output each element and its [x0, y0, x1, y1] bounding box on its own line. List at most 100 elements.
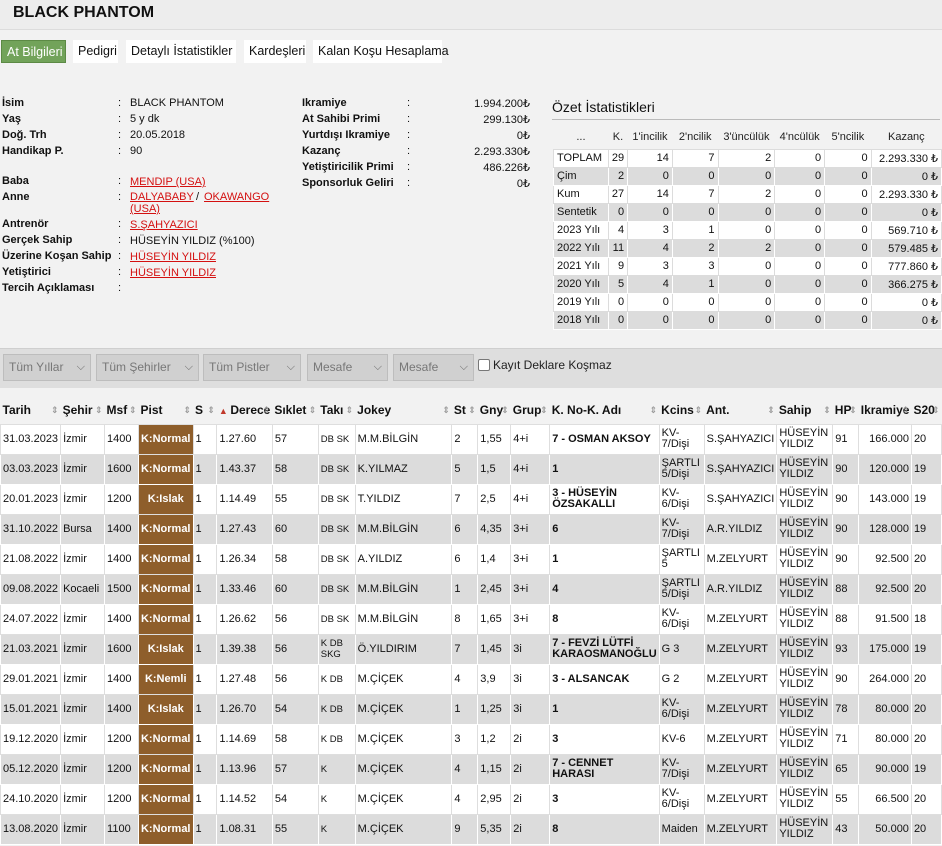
sort-icon[interactable]: ⇕ [823, 405, 831, 416]
uzerine-link[interactable]: HÜSEYİN YILDIZ [130, 251, 216, 263]
race-col-header[interactable]: Sıklet ⇕ [272, 396, 318, 424]
sort-icon[interactable]: ⇕ [650, 405, 658, 416]
sort-icon[interactable]: ⇕ [51, 405, 59, 416]
stats-cell: 0 [627, 166, 673, 186]
tab-kalan-kosu-hesaplama[interactable]: Kalan Koşu Hesaplama [313, 40, 449, 63]
race-col-header[interactable]: ▲ Derece ⇕ [217, 396, 272, 424]
race-col-header[interactable]: Grup ⇕ [511, 396, 550, 424]
race-row[interactable]: 31.10.2022 Bursa 1400 K:Normal 1 1.27.43 60 DB … [0, 513, 942, 545]
race-owner: HÜSEYİN YILDIZ [776, 753, 834, 785]
kayit-deklare-label: Kayıt Deklare Koşmaz [493, 358, 612, 372]
race-date: 15.01.2021 [0, 693, 62, 725]
sort-icon[interactable]: ⇕ [695, 405, 703, 416]
sort-icon[interactable]: ⇕ [932, 405, 940, 416]
race-row[interactable]: 15.01.2021 İzmir 1400 K:Islak 1 1.26.70 54 K DB… [0, 693, 942, 725]
race-col-header[interactable]: HP ⇕ [833, 396, 859, 424]
race-class: KV-7/Dişi [658, 423, 705, 455]
sort-icon[interactable]: ⇕ [95, 405, 103, 416]
race-col-header[interactable]: Msf ⇕ [105, 396, 139, 424]
kayit-deklare-option[interactable]: Kayıt Deklare Koşmaz [478, 358, 612, 372]
anne-label: Anne [2, 191, 30, 203]
baba-link[interactable]: MENDIP (USA) [130, 176, 206, 188]
stats-cell: 0 ₺ [870, 166, 942, 186]
anne-link[interactable]: DALYABABY [130, 191, 194, 203]
anne-baba-link-origin[interactable]: (USA) [130, 203, 160, 215]
race-col-header[interactable]: S20 ⇕ [911, 396, 941, 424]
race-trainer: S.ŞAHYAZICI [703, 453, 778, 485]
race-row[interactable]: 03.03.2023 İzmir 1600 K:Normal 1 1.43.37 58 DB … [0, 453, 942, 485]
stats-cell: 0 ₺ [870, 292, 942, 312]
race-col-header[interactable]: Ant. ⇕ [704, 396, 777, 424]
race-row[interactable]: 24.07.2022 İzmir 1400 K:Normal 1 1.26.62 56 DB … [0, 603, 942, 635]
race-row[interactable]: 21.08.2022 İzmir 1400 K:Normal 1 1.26.34 58 DB … [0, 543, 942, 575]
dogum-label: Doğ. Trh [2, 129, 47, 141]
sort-icon[interactable]: ⇕ [129, 405, 137, 416]
race-s: 1 [192, 483, 218, 515]
tab-at-bilgileri[interactable]: At Bilgileri [1, 40, 66, 63]
sort-icon[interactable]: ⇕ [263, 405, 271, 416]
sort-icon[interactable]: ⇕ [849, 405, 857, 416]
stats-cell: 0 [717, 274, 776, 294]
chevron-down-icon: ⌵ [76, 361, 85, 373]
race-col-header[interactable]: Kcins ⇕ [659, 396, 704, 424]
race-col-header[interactable]: St ⇕ [452, 396, 478, 424]
sort-icon[interactable]: ⇕ [468, 405, 476, 416]
yetistirici-link[interactable]: HÜSEYİN YILDIZ [130, 267, 216, 279]
kayit-deklare-checkbox[interactable] [478, 359, 490, 371]
stats-col-header: 5'ncilik [824, 125, 872, 149]
distance-min-select[interactable]: Mesafe ⌵ [307, 354, 388, 381]
race-prize: 91.500 [858, 603, 912, 635]
tab-pedigri[interactable]: Pedigri [73, 40, 118, 63]
race-hp: 90 [832, 543, 860, 575]
stats-row: Çim 2 0 0 0 0 0 0 ₺ [553, 166, 942, 186]
sort-icon[interactable]: ⇕ [346, 405, 354, 416]
race-col-header[interactable]: Sahip ⇕ [777, 396, 833, 424]
chevron-down-icon: ⌵ [286, 361, 295, 373]
stats-cell: 0 [824, 292, 872, 312]
race-row[interactable]: 05.12.2020 İzmir 1200 K:Normal 1 1.13.96 57 K M.… [0, 753, 942, 785]
stats-cell: 0 [671, 166, 719, 186]
handikap-label: Handikap P. [2, 145, 64, 157]
sort-icon[interactable]: ⇕ [183, 405, 191, 416]
race-group: 3+i [510, 603, 551, 635]
sort-icon[interactable]: ⇕ [540, 405, 548, 416]
race-equipment: K DB [317, 723, 356, 755]
sort-icon[interactable]: ⇕ [501, 405, 509, 416]
race-row[interactable]: 13.08.2020 İzmir 1100 K:Normal 1 1.08.31 55 K M.… [0, 813, 942, 845]
race-prize: 92.500 [858, 573, 912, 605]
sort-icon[interactable]: ⇕ [767, 405, 775, 416]
race-row[interactable]: 20.01.2023 İzmir 1200 K:Islak 1 1.14.49 55 DB S… [0, 483, 942, 515]
distance-max-select[interactable]: Mesafe ⌵ [393, 354, 474, 381]
sort-icon[interactable]: ⇕ [442, 405, 450, 416]
race-col-header-label: Pist [140, 402, 163, 417]
race-col-header[interactable]: Şehir ⇕ [61, 396, 105, 424]
race-col-header[interactable]: Jokey ⇕ [355, 396, 452, 424]
city-filter-select[interactable]: Tüm Şehirler ⌵ [96, 354, 199, 381]
race-row[interactable]: 31.03.2023 İzmir 1400 K:Normal 1 1.27.60 57 DB … [0, 423, 942, 455]
race-row[interactable]: 09.08.2022 Kocaeli 1500 K:Normal 1 1.33.46 60 D… [0, 573, 942, 605]
year-filter-select[interactable]: Tüm Yıllar ⌵ [3, 354, 91, 381]
race-row[interactable]: 24.10.2020 İzmir 1200 K:Normal 1 1.14.52 54 K M.… [0, 783, 942, 815]
race-row[interactable]: 29.01.2021 İzmir 1400 K:Nemli 1 1.27.48 56 K DB… [0, 663, 942, 695]
tab-detayli-istatistikler[interactable]: Detaylı İstatistikler [126, 40, 236, 63]
race-col-header[interactable]: Ikramiye ⇕ [859, 396, 912, 424]
anne-baba-link[interactable]: OKAWANGO [204, 191, 269, 203]
sort-icon[interactable]: ⇕ [309, 405, 317, 416]
sort-icon[interactable]: ⇕ [902, 405, 910, 416]
sort-icon[interactable]: ⇕ [207, 405, 215, 416]
tab-kardesleri[interactable]: Kardeşleri [244, 40, 306, 63]
race-distance: 1100 [104, 813, 139, 845]
race-odds: 2,95 [477, 783, 512, 815]
race-row[interactable]: 21.03.2021 İzmir 1600 K:Islak 1 1.39.38 56 K DB… [0, 633, 942, 665]
colon: : [118, 266, 122, 278]
race-col-header[interactable]: S ⇕ [193, 396, 217, 424]
antrenor-link[interactable]: S.ŞAHYAZICI [130, 219, 198, 231]
race-col-header[interactable]: Gny ⇕ [478, 396, 511, 424]
race-col-header[interactable]: Pist ⇕ [138, 396, 193, 424]
race-col-header[interactable]: Takı ⇕ [318, 396, 355, 424]
track-filter-select[interactable]: Tüm Pistler ⌵ [203, 354, 301, 381]
race-col-header[interactable]: K. No-K. Adı ⇕ [550, 396, 659, 424]
race-col-header[interactable]: Tarih ⇕ [1, 396, 61, 424]
race-equipment: DB SK [317, 603, 356, 635]
race-row[interactable]: 19.12.2020 İzmir 1200 K:Normal 1 1.14.69 58 K D… [0, 723, 942, 755]
